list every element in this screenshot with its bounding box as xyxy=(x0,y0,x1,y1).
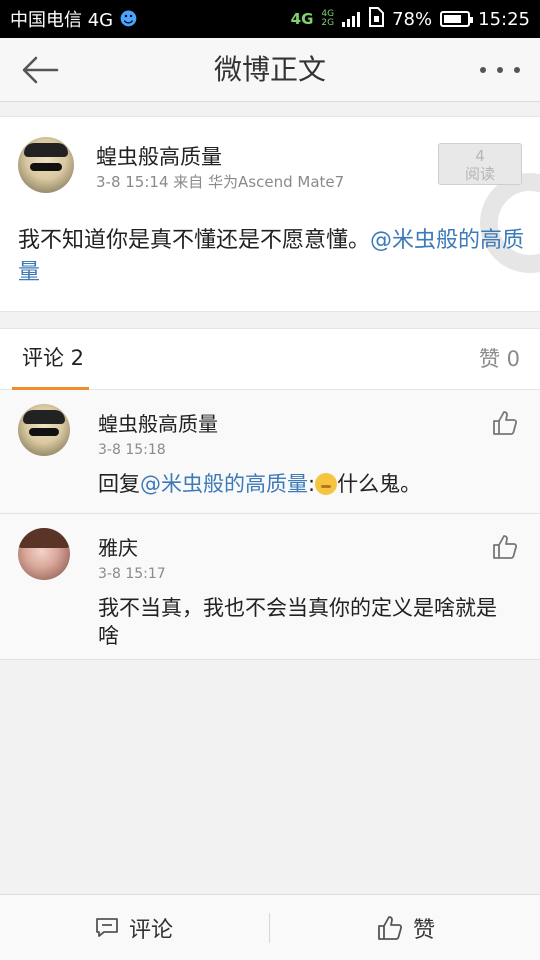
post-text: 我不知道你是真不懂还是不愿意懂。 xyxy=(18,228,371,253)
qq-penguin-icon: ☻ xyxy=(119,8,138,30)
comment-body: 我不当真，我也不会当真你的定义是啥就是啥 xyxy=(98,596,497,648)
author-name[interactable]: 蝗虫般高质量 xyxy=(96,141,222,171)
comment-avatar[interactable] xyxy=(18,528,70,580)
clock: 15:25 xyxy=(478,8,530,30)
carrier-label: 中国电信 4G xyxy=(10,10,114,31)
comment-text: 回复@米虫般的高质量: 什么鬼。 xyxy=(98,470,518,498)
comment-avatar[interactable] xyxy=(18,404,70,456)
post-meta: 3-8 15:14 来自 华为Ascend Mate7 xyxy=(96,173,345,191)
network-4g-icon: 4G xyxy=(290,10,314,28)
comment-mention-link[interactable]: @米虫般的高质量 xyxy=(140,472,308,496)
bottom-action-bar: 评论 赞 xyxy=(0,894,540,960)
post-content: 我不知道你是真不懂还是不愿意懂。@米虫般的高质量 xyxy=(18,225,528,289)
comment-bubble-icon xyxy=(96,918,118,937)
comment-author[interactable]: 雅庆 xyxy=(98,532,138,561)
back-button[interactable] xyxy=(18,52,62,88)
comment-item: 蝗虫般高质量 3-8 15:18 回复@米虫般的高质量: 什么鬼。 xyxy=(0,390,540,514)
comment-like-button[interactable] xyxy=(492,534,518,560)
comment-time: 3-8 15:17 xyxy=(98,566,166,582)
sim-card-icon xyxy=(368,6,385,32)
signal-icon xyxy=(342,11,361,27)
more-dots-icon xyxy=(480,67,486,73)
divider xyxy=(269,913,270,943)
tab-comments[interactable]: 评论 2 xyxy=(12,329,89,390)
more-button[interactable] xyxy=(480,58,520,82)
comment-reply-prefix: 回复 xyxy=(98,472,140,496)
tab-likes[interactable]: 赞 0 xyxy=(479,329,520,389)
comment-like-tabs: 评论 2 赞 0 xyxy=(0,328,540,390)
thumb-up-icon xyxy=(378,916,403,940)
battery-icon xyxy=(440,11,474,27)
author-avatar[interactable] xyxy=(18,137,74,193)
comment-colon: : xyxy=(308,472,316,496)
comment-author[interactable]: 蝗虫般高质量 xyxy=(98,408,218,437)
top-nav-bar: 微博正文 xyxy=(0,38,540,102)
comment-body: 什么鬼。 xyxy=(337,472,422,496)
weibo-post-card: 蝗虫般高质量 3-8 15:14 来自 华为Ascend Mate7 4 阅读 … xyxy=(0,116,540,312)
status-bar: 中国电信 4G ☻ 4G 4G 2G 78% 15:25 xyxy=(0,0,540,38)
comment-button[interactable]: 评论 xyxy=(0,895,268,960)
battery-percent: 78% xyxy=(392,8,433,30)
comment-time: 3-8 15:18 xyxy=(98,442,166,458)
thumb-up-icon xyxy=(493,535,518,559)
read-count: 4 xyxy=(475,147,485,165)
read-count-button[interactable]: 4 阅读 xyxy=(438,143,522,185)
network-dual-icon: 4G 2G xyxy=(321,10,334,28)
like-button-label: 赞 xyxy=(412,918,435,943)
page-title: 微博正文 xyxy=(213,53,326,86)
comment-button-label: 评论 xyxy=(128,918,173,943)
network-small-2g: 2G xyxy=(321,18,335,28)
comment-item: 雅庆 3-8 15:17 我不当真，我也不会当真你的定义是啥就是啥 xyxy=(0,514,540,660)
thumb-up-icon xyxy=(493,411,518,435)
like-button[interactable]: 赞 xyxy=(272,895,540,960)
back-arrow-icon xyxy=(22,56,59,84)
shush-emoji-icon xyxy=(315,473,338,495)
read-label: 阅读 xyxy=(464,165,495,183)
comment-like-button[interactable] xyxy=(492,410,518,436)
